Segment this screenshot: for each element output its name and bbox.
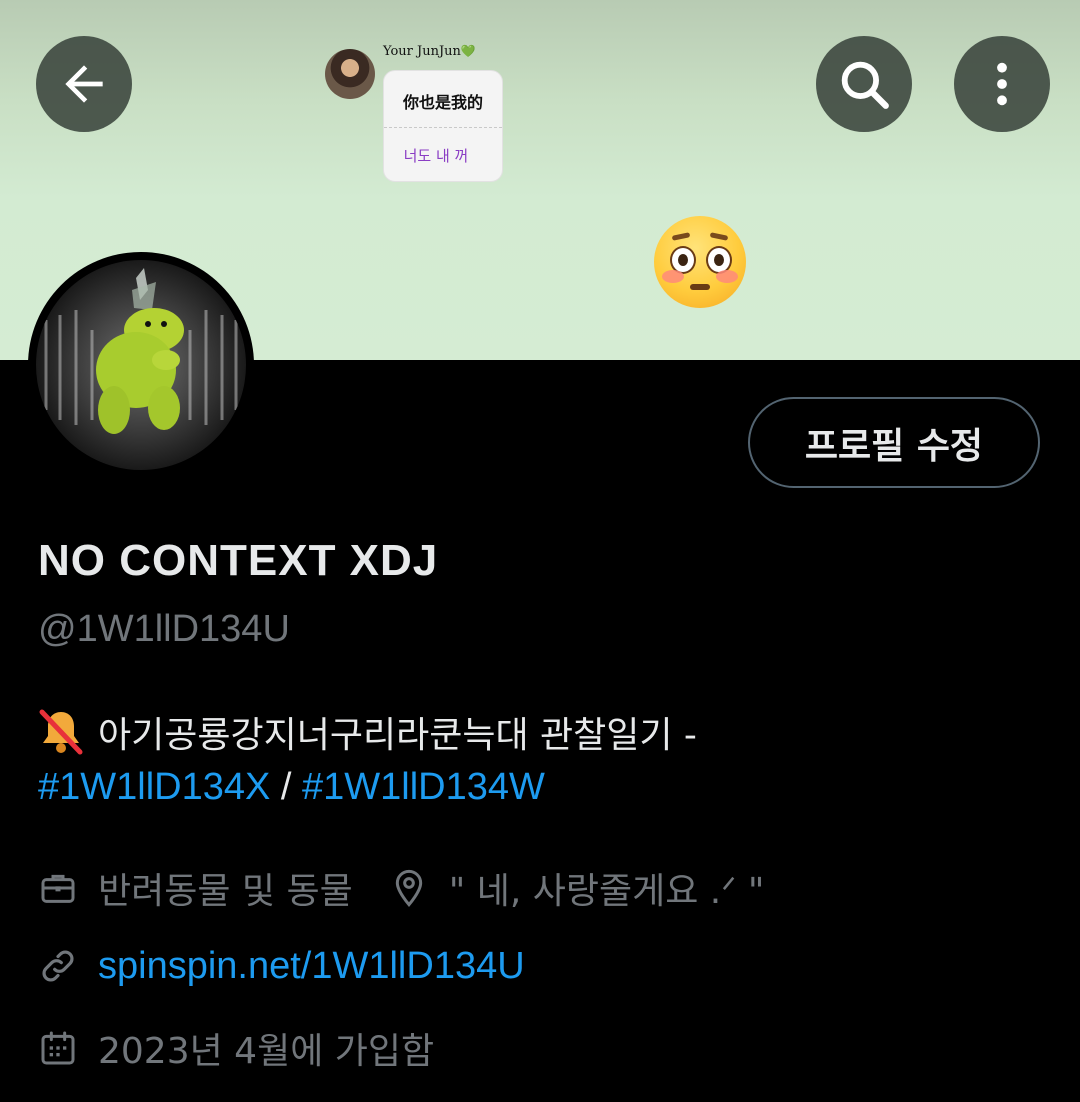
briefcase-icon: [36, 866, 80, 910]
joined-date-text: 2023년 4월에 가입함: [98, 1031, 435, 1072]
chat-name-text: Your JunJun: [383, 44, 461, 59]
profile-meta-location: " 네, 사랑줄게요 .ᐟ ": [387, 862, 765, 914]
emoji-mouth: [690, 284, 710, 290]
search-button[interactable]: [816, 36, 912, 132]
display-name: NO CONTEXT XDJ: [38, 536, 439, 585]
link-icon: [36, 944, 80, 988]
green-heart-icon: 💚: [460, 44, 476, 58]
more-options-button[interactable]: [954, 36, 1050, 132]
bubble-divider: [384, 127, 502, 128]
user-handle: @1W1llD134U: [38, 608, 290, 650]
profile-avatar[interactable]: [28, 252, 254, 478]
more-vertical-icon: [997, 62, 1007, 106]
avatar-image: [36, 260, 246, 470]
avatar-artwork: [44, 268, 238, 434]
bubble-text-chinese: 你也是我的: [402, 93, 483, 112]
location-text: " 네, 사랑줄게요 .ᐟ ": [448, 871, 765, 912]
arrow-left-icon: [65, 65, 103, 103]
edit-profile-button[interactable]: 프로필 수정: [748, 397, 1040, 488]
search-icon: [841, 61, 889, 109]
emoji-brow: [671, 232, 691, 241]
back-button[interactable]: [36, 36, 132, 132]
calendar-icon: [36, 1026, 80, 1070]
location-pin-icon: [387, 866, 431, 910]
category-text: 반려동물 및 동물: [98, 871, 353, 912]
flushed-face-emoji-icon: [654, 216, 746, 308]
emoji-cheek: [716, 270, 738, 283]
emoji-brow: [709, 232, 729, 241]
bio-hashtags: #1W1llD134X / #1W1llD134W: [38, 766, 545, 809]
hashtag-link[interactable]: #1W1llD134W: [302, 766, 545, 808]
profile-meta-category: 반려동물 및 동물 " 네, 사랑줄게요 .ᐟ ": [36, 862, 764, 914]
website-link[interactable]: spinspin.net/1W1llD134U: [98, 945, 525, 988]
muted-bell-icon: [34, 708, 88, 756]
profile-meta-website: spinspin.net/1W1llD134U: [36, 944, 525, 988]
hashtag-link[interactable]: #1W1llD134X: [38, 766, 270, 808]
emoji-cheek: [662, 270, 684, 283]
hashtag-separator: /: [270, 766, 303, 808]
bubble-text-korean: 너도 내 꺼: [403, 147, 469, 165]
bio-line: 아기공룡강지너구리라쿤늑대 관찰일기 -: [34, 706, 697, 758]
chat-bubble: 你也是我的 너도 내 꺼: [383, 70, 503, 182]
chat-name: Your JunJun💚: [383, 44, 476, 59]
bio-text: 아기공룡강지너구리라쿤늑대 관찰일기 -: [98, 715, 697, 756]
profile-meta-joined: 2023년 4월에 가입함: [36, 1022, 434, 1074]
chat-avatar: [325, 49, 375, 99]
